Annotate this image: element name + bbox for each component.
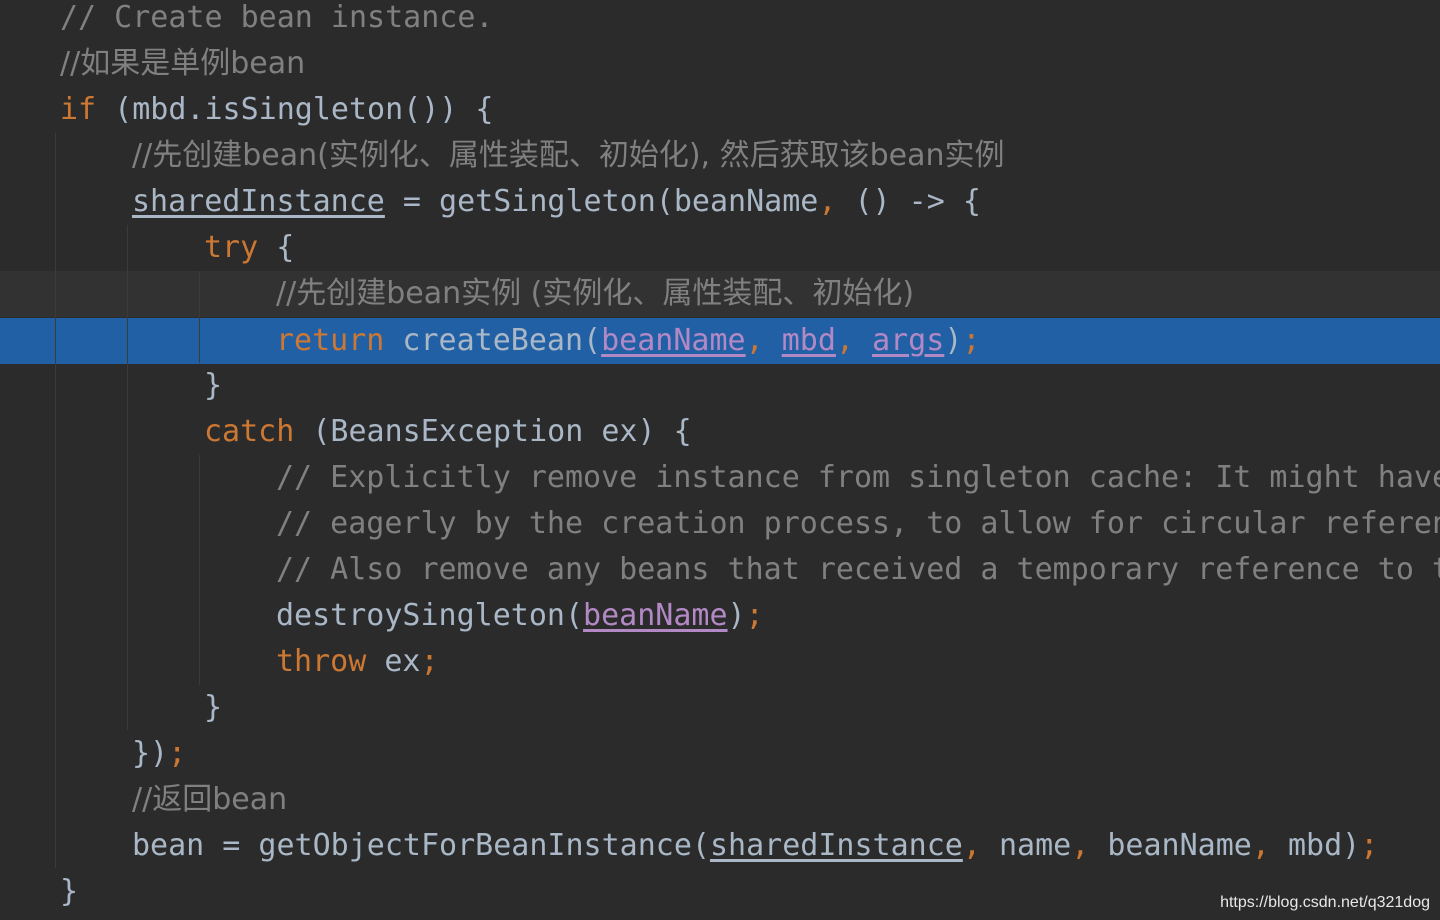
code-statement: if (mbd.isSingleton()) { — [60, 92, 494, 127]
code-line[interactable]: }); — [0, 731, 1440, 777]
code-statement: try { — [204, 230, 295, 265]
code-statement: catch (BeansException ex) { — [204, 414, 692, 449]
comment: // Also remove any beans that received a… — [276, 552, 1440, 587]
code-line[interactable]: //返回bean — [0, 777, 1440, 823]
closing-brace: } — [60, 874, 79, 909]
comment: //先创建bean实例 (实例化、属性装配、初始化) — [276, 276, 915, 311]
field-reference: sharedInstance — [132, 184, 385, 219]
code-line[interactable]: //如果是单例bean — [0, 41, 1440, 87]
code-line[interactable]: try { — [0, 225, 1440, 271]
code-statement: sharedInstance = getSingleton(beanName, … — [132, 184, 981, 219]
selected-line[interactable]: return createBean(beanName, mbd, args); — [0, 318, 1440, 364]
comment: // Create bean instance. — [60, 0, 494, 35]
code-line[interactable]: destroySingleton(beanName); — [0, 593, 1440, 639]
closing-brace: } — [204, 690, 223, 725]
comment: //返回bean — [132, 782, 288, 817]
code-line[interactable]: catch (BeansException ex) { — [0, 409, 1440, 455]
indent-guide — [199, 455, 200, 685]
closing-brace: } — [204, 368, 223, 403]
code-line[interactable]: sharedInstance = getSingleton(beanName, … — [0, 179, 1440, 225]
current-line[interactable]: //先创建bean实例 (实例化、属性装配、初始化) — [0, 271, 1440, 317]
field-reference: sharedInstance — [709, 828, 963, 863]
keyword: if — [60, 92, 97, 127]
code-line[interactable]: //先创建bean(实例化、属性装配、初始化), 然后获取该bean实例 — [0, 133, 1440, 179]
code-statement: bean = getObjectForBeanInstance(sharedIn… — [132, 828, 1379, 863]
parameter-reference: beanName — [601, 323, 746, 358]
comment: //如果是单例bean — [60, 46, 306, 81]
keyword: throw — [276, 644, 367, 679]
code-statement: destroySingleton(beanName); — [276, 598, 764, 633]
comment: // eagerly by the creation process, to a… — [276, 506, 1440, 541]
code-statement: throw ex; — [276, 644, 439, 679]
code-line[interactable]: if (mbd.isSingleton()) { — [0, 87, 1440, 133]
keyword: catch — [204, 414, 295, 449]
keyword: return — [276, 323, 385, 358]
indent-guide — [199, 271, 200, 363]
code-line[interactable]: throw ex; — [0, 639, 1440, 685]
indent-guide — [55, 133, 56, 868]
parameter-reference: beanName — [583, 598, 728, 633]
code-statement: return createBean(beanName, mbd, args); — [276, 323, 981, 358]
code-line[interactable]: // Create bean instance. — [0, 0, 1440, 41]
comment: // Explicitly remove instance from singl… — [276, 460, 1440, 495]
indent-guide — [127, 225, 128, 730]
comment: //先创建bean(实例化、属性装配、初始化), 然后获取该bean实例 — [132, 138, 1005, 173]
code-line[interactable]: // eagerly by the creation process, to a… — [0, 501, 1440, 547]
watermark: https://blog.csdn.net/q321dog — [1220, 894, 1430, 911]
code-line[interactable]: // Also remove any beans that received a… — [0, 547, 1440, 593]
parameter-reference: mbd — [781, 323, 836, 358]
parameter-reference: args — [872, 323, 945, 358]
code-line[interactable]: } — [0, 363, 1440, 409]
code-line[interactable]: // Explicitly remove instance from singl… — [0, 455, 1440, 501]
keyword: try — [204, 230, 259, 265]
code-editor[interactable]: // Create bean instance. //如果是单例bean if … — [0, 0, 1440, 920]
code-line[interactable]: } — [0, 685, 1440, 731]
code-line[interactable]: bean = getObjectForBeanInstance(sharedIn… — [0, 823, 1440, 869]
code-statement: }); — [132, 736, 187, 771]
